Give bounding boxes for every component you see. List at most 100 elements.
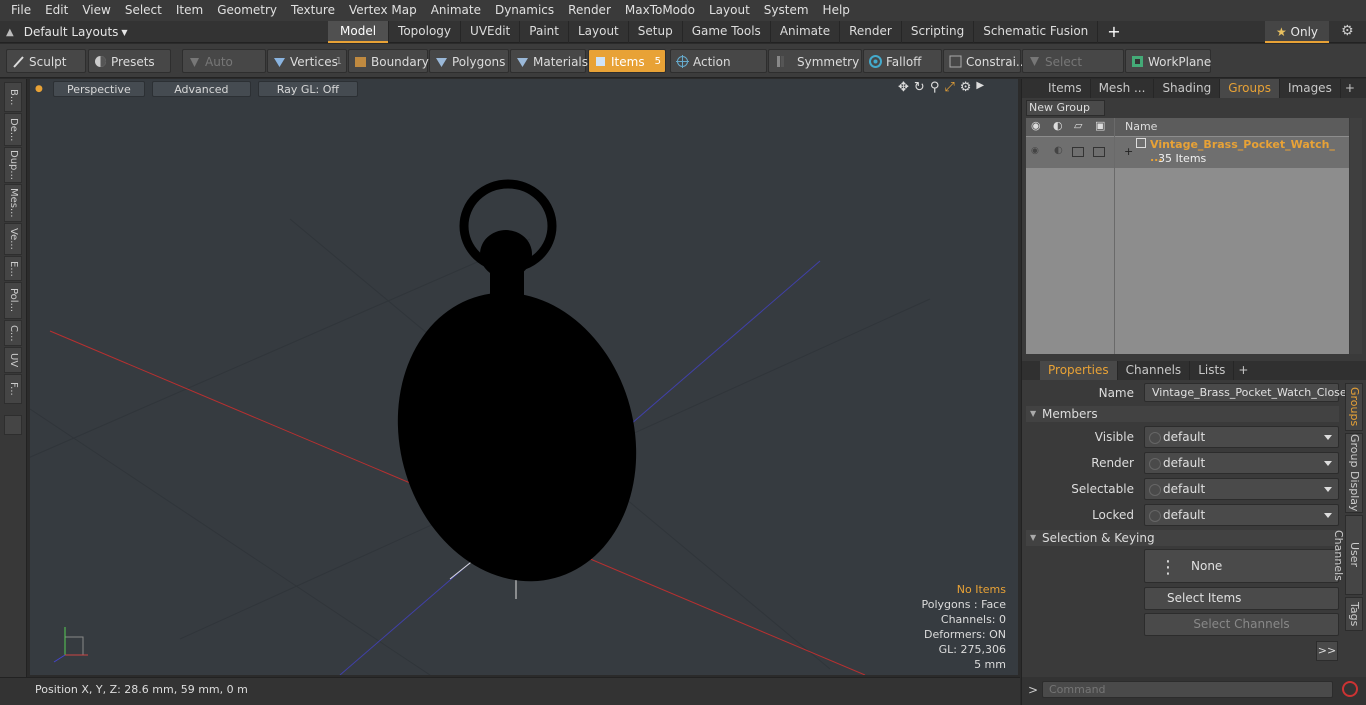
select-items-button[interactable]: Select Items xyxy=(1144,587,1339,610)
view-type-button[interactable]: Perspective xyxy=(52,80,145,97)
menu-dynamics[interactable]: Dynamics xyxy=(488,0,561,21)
more-button[interactable]: >> xyxy=(1316,641,1338,661)
tab-model[interactable]: Model xyxy=(328,21,390,43)
menu-item[interactable]: Item xyxy=(169,0,210,21)
tab-game-tools[interactable]: Game Tools xyxy=(683,21,771,43)
add-panel-tab-icon[interactable]: + xyxy=(1341,79,1359,98)
move-view-icon[interactable]: ✥ xyxy=(898,80,909,95)
new-group-button[interactable]: New Group xyxy=(1026,100,1105,116)
tab-lists[interactable]: Lists xyxy=(1190,361,1235,380)
polygons-button[interactable]: Polygons xyxy=(429,49,509,73)
record-icon[interactable] xyxy=(1342,681,1358,697)
tab-mesh[interactable]: Mesh ... xyxy=(1091,79,1155,98)
tab-topology[interactable]: Topology xyxy=(389,21,462,43)
viewport-expand-icon[interactable]: ▶ xyxy=(976,80,984,95)
groups-list[interactable]: ◉ ◐ ▱ ▣ Name ◉ ◐ + Vintage_Brass_Pocket_… xyxy=(1026,118,1349,354)
menu-vertex-map[interactable]: Vertex Map xyxy=(342,0,424,21)
menu-help[interactable]: Help xyxy=(816,0,857,21)
select-channels-button[interactable]: Select Channels xyxy=(1144,613,1339,636)
workplane-button[interactable]: WorkPlane xyxy=(1125,49,1211,73)
action-center-button[interactable]: Action Center xyxy=(670,49,767,93)
expand-icon[interactable]: + xyxy=(1124,145,1133,158)
select-icon[interactable]: ▱ xyxy=(1074,119,1082,132)
presets-button[interactable]: Presets xyxy=(88,49,171,73)
left-tab-fusion[interactable]: F... xyxy=(4,374,22,404)
render-dropdown[interactable]: default xyxy=(1144,452,1339,474)
scene-canvas[interactable] xyxy=(30,79,1018,675)
selection-keying-section[interactable]: Selection & Keying xyxy=(1026,530,1339,546)
boundary-button[interactable]: Boundary xyxy=(348,49,429,73)
menu-animate[interactable]: Animate xyxy=(424,0,488,21)
raygl-button[interactable]: Ray GL: Off xyxy=(257,80,358,97)
side-tab-user-channels[interactable]: User Channels xyxy=(1332,515,1363,595)
zoom-view-icon[interactable]: ⚲ xyxy=(930,80,940,95)
list-scrollbar[interactable] xyxy=(1350,118,1362,354)
left-tab-extra[interactable] xyxy=(4,415,22,435)
tab-render[interactable]: Render xyxy=(840,21,902,43)
sculpt-button[interactable]: Sculpt xyxy=(6,49,86,73)
row-select-box[interactable] xyxy=(1072,147,1084,157)
viewport-menu-dot-icon[interactable]: ● xyxy=(35,84,43,94)
select-through-button[interactable]: Select Through xyxy=(1022,49,1124,93)
eye-icon[interactable]: ◉ xyxy=(1031,119,1041,132)
keying-none-button[interactable]: ⋮ None xyxy=(1144,549,1339,583)
left-tab-duplicate[interactable]: Dup... xyxy=(4,147,22,183)
items-button[interactable]: Items 5 xyxy=(588,49,666,73)
3d-viewport[interactable]: ● Perspective Advanced Ray GL: Off ✥ ↻ ⚲… xyxy=(30,79,1018,675)
tab-layout[interactable]: Layout xyxy=(569,21,629,43)
tab-images[interactable]: Images xyxy=(1280,79,1341,98)
tab-paint[interactable]: Paint xyxy=(520,21,569,43)
name-field[interactable]: Vintage_Brass_Pocket_Watch_Closed xyxy=(1144,383,1354,402)
tab-setup[interactable]: Setup xyxy=(629,21,683,43)
maximize-view-icon[interactable]: ⤢ xyxy=(944,80,954,95)
members-section[interactable]: Members xyxy=(1026,406,1339,422)
tab-properties[interactable]: Properties xyxy=(1040,361,1118,380)
menu-view[interactable]: View xyxy=(75,0,117,21)
only-toggle[interactable]: ★ Only xyxy=(1265,21,1329,43)
menu-texture[interactable]: Texture xyxy=(284,0,342,21)
left-tab-uv[interactable]: UV xyxy=(4,347,22,373)
pocket-watch-model[interactable] xyxy=(366,179,668,608)
falloff-button[interactable]: Falloff xyxy=(863,49,942,73)
layout-selector[interactable]: ▲ Default Layouts ▼ xyxy=(6,21,128,43)
left-tab-mesh-edit[interactable]: Mes... xyxy=(4,184,22,222)
lock-icon[interactable]: ▣ xyxy=(1095,119,1105,132)
tab-scripting[interactable]: Scripting xyxy=(902,21,975,43)
viewport-settings-icon[interactable]: ⚙ xyxy=(960,80,972,95)
left-tab-polygon[interactable]: Pol... xyxy=(4,282,22,319)
tab-animate[interactable]: Animate xyxy=(771,21,841,43)
tab-schematic-fusion[interactable]: Schematic Fusion xyxy=(974,21,1099,43)
menu-file[interactable]: File xyxy=(4,0,38,21)
tab-uvedit[interactable]: UVEdit xyxy=(461,21,521,43)
tab-channels[interactable]: Channels xyxy=(1118,361,1191,380)
symmetry-button[interactable]: Symmetry xyxy=(768,49,862,73)
menu-geometry[interactable]: Geometry xyxy=(210,0,284,21)
tab-items[interactable]: Items xyxy=(1040,79,1091,98)
render-icon[interactable]: ◐ xyxy=(1053,119,1063,132)
add-tab-icon[interactable]: + xyxy=(1098,21,1129,43)
selectable-dropdown[interactable]: default xyxy=(1144,478,1339,500)
menu-render[interactable]: Render xyxy=(561,0,618,21)
row-lock-box[interactable] xyxy=(1093,147,1105,157)
locked-dropdown[interactable]: default xyxy=(1144,504,1339,526)
tab-shading[interactable]: Shading xyxy=(1154,79,1221,98)
side-tab-groups[interactable]: Groups xyxy=(1345,383,1363,431)
side-tab-group-display[interactable]: Group Display xyxy=(1345,433,1363,513)
left-tab-vertex[interactable]: Ve... xyxy=(4,223,22,255)
add-properties-tab-icon[interactable]: + xyxy=(1234,361,1252,380)
menu-select[interactable]: Select xyxy=(118,0,169,21)
visible-dropdown[interactable]: default xyxy=(1144,426,1339,448)
shading-mode-button[interactable]: Advanced xyxy=(151,80,251,97)
menu-maxtomodo[interactable]: MaxToModo xyxy=(618,0,702,21)
row-render-icon[interactable]: ◐ xyxy=(1054,145,1063,156)
collapse-up-icon[interactable]: ▲ xyxy=(6,27,14,38)
menu-layout[interactable]: Layout xyxy=(702,0,757,21)
left-tab-edge[interactable]: E... xyxy=(4,256,22,281)
menu-system[interactable]: System xyxy=(757,0,816,21)
side-tab-tags[interactable]: Tags xyxy=(1345,597,1363,631)
rotate-view-icon[interactable]: ↻ xyxy=(914,80,925,95)
menu-edit[interactable]: Edit xyxy=(38,0,75,21)
auto-select-button[interactable]: Auto Select xyxy=(182,49,266,93)
row-visible-icon[interactable]: ◉ xyxy=(1031,146,1039,156)
constraints-button[interactable]: Constrai... xyxy=(943,49,1027,73)
